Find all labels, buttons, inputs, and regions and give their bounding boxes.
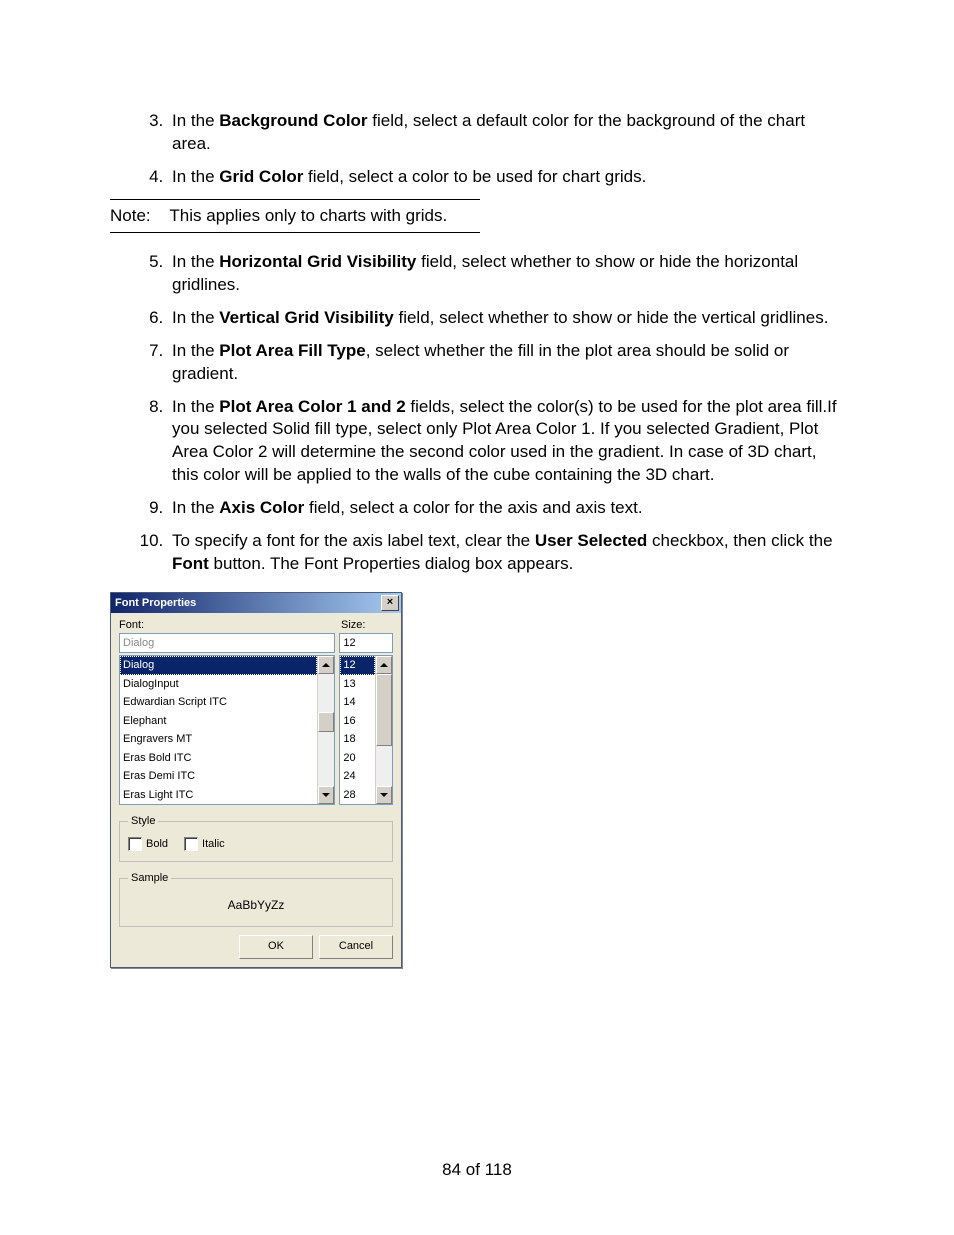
scroll-up-button[interactable] (318, 656, 334, 674)
instruction-item: To specify a font for the axis label tex… (168, 530, 844, 576)
bold-term: Horizontal Grid Visibility (219, 252, 416, 271)
font-listbox[interactable]: Dialog DialogInput Edwardian Script ITC … (119, 655, 335, 805)
arrow-up-icon (322, 663, 330, 667)
scroll-down-button[interactable] (376, 786, 392, 804)
font-properties-dialog: Font Properties × Font: Size: Dialog 12 … (110, 592, 402, 968)
list-item[interactable]: Elephant (120, 712, 317, 731)
instruction-item: In the Plot Area Color 1 and 2 fields, s… (168, 396, 844, 488)
close-icon: × (387, 596, 393, 608)
bold-checkbox[interactable]: Bold (128, 837, 168, 851)
list-item[interactable]: Engravers MT (120, 730, 317, 749)
bold-term: Font (172, 554, 209, 573)
list-item[interactable]: 24 (340, 767, 375, 786)
scroll-thumb[interactable] (318, 712, 334, 732)
checkbox-box (184, 837, 198, 851)
list-item[interactable]: 20 (340, 749, 375, 768)
list-item[interactable]: Edwardian Script ITC (120, 693, 317, 712)
text: field, select a color to be used for cha… (303, 167, 646, 186)
list-item[interactable]: Eras Light ITC (120, 786, 317, 805)
bold-term: Plot Area Color 1 and 2 (219, 397, 405, 416)
scroll-up-button[interactable] (376, 656, 392, 674)
scroll-track[interactable] (376, 674, 392, 786)
list-item[interactable]: 18 (340, 730, 375, 749)
size-listbox[interactable]: 12 13 14 16 18 20 24 28 (339, 655, 393, 805)
note-text: This applies only to charts with grids. (169, 206, 447, 225)
cancel-button[interactable]: Cancel (319, 935, 393, 959)
note-label: Note: (110, 206, 165, 226)
scroll-track[interactable] (318, 674, 334, 786)
instruction-item: In the Vertical Grid Visibility field, s… (168, 307, 844, 330)
bold-term: Grid Color (219, 167, 303, 186)
checkbox-box (128, 837, 142, 851)
sample-text: AaBbYyZz (128, 894, 384, 916)
list-item[interactable]: 28 (340, 786, 375, 805)
close-button[interactable]: × (381, 595, 399, 611)
scrollbar[interactable] (375, 656, 392, 804)
text: In the (172, 252, 219, 271)
scroll-thumb[interactable] (376, 674, 392, 746)
text: To specify a font for the axis label tex… (172, 531, 535, 550)
text: In the (172, 308, 219, 327)
list-item[interactable]: 13 (340, 675, 375, 694)
text: field, select whether to show or hide th… (394, 308, 829, 327)
list-item[interactable]: Eras Demi ITC (120, 767, 317, 786)
text: In the (172, 111, 219, 130)
instruction-list-1: In the Background Color field, select a … (110, 110, 844, 189)
text: In the (172, 498, 219, 517)
size-label: Size: (341, 619, 365, 631)
text: button. The Font Properties dialog box a… (209, 554, 573, 573)
bold-term: Plot Area Fill Type (219, 341, 365, 360)
text: field, select a color for the axis and a… (304, 498, 642, 517)
sample-legend: Sample (128, 872, 171, 884)
note-box: Note: This applies only to charts with g… (110, 199, 480, 233)
instruction-item: In the Background Color field, select a … (168, 110, 844, 156)
sample-fieldset: Sample AaBbYyZz (119, 872, 393, 927)
text: In the (172, 167, 219, 186)
ok-button[interactable]: OK (239, 935, 313, 959)
bold-term: Background Color (219, 111, 367, 130)
list-item[interactable]: 16 (340, 712, 375, 731)
size-input[interactable]: 12 (339, 633, 393, 653)
instruction-item: In the Axis Color field, select a color … (168, 497, 844, 520)
list-item[interactable]: Eras Bold ITC (120, 749, 317, 768)
list-item[interactable]: DialogInput (120, 675, 317, 694)
scrollbar[interactable] (317, 656, 334, 804)
checkbox-label: Italic (202, 838, 225, 850)
dialog-title: Font Properties (115, 597, 196, 609)
bold-term: Vertical Grid Visibility (219, 308, 393, 327)
instruction-item: In the Plot Area Fill Type, select wheth… (168, 340, 844, 386)
page-number: 84 of 118 (0, 1160, 954, 1180)
text: In the (172, 341, 219, 360)
arrow-up-icon (380, 663, 388, 667)
checkbox-label: Bold (146, 838, 168, 850)
instruction-list-2: In the Horizontal Grid Visibility field,… (110, 251, 844, 576)
bold-term: Axis Color (219, 498, 304, 517)
instruction-item: In the Horizontal Grid Visibility field,… (168, 251, 844, 297)
font-input[interactable]: Dialog (119, 633, 335, 653)
text: checkbox, then click the (647, 531, 832, 550)
style-fieldset: Style Bold Italic (119, 815, 393, 862)
list-item[interactable]: 14 (340, 693, 375, 712)
scroll-down-button[interactable] (318, 786, 334, 804)
italic-checkbox[interactable]: Italic (184, 837, 225, 851)
list-item[interactable]: 12 (340, 656, 375, 675)
font-label: Font: (119, 619, 341, 631)
arrow-down-icon (380, 793, 388, 797)
list-item[interactable]: Dialog (120, 656, 317, 675)
style-legend: Style (128, 815, 158, 827)
text: In the (172, 397, 219, 416)
dialog-titlebar[interactable]: Font Properties × (111, 593, 401, 613)
bold-term: User Selected (535, 531, 647, 550)
instruction-item: In the Grid Color field, select a color … (168, 166, 844, 189)
arrow-down-icon (322, 793, 330, 797)
